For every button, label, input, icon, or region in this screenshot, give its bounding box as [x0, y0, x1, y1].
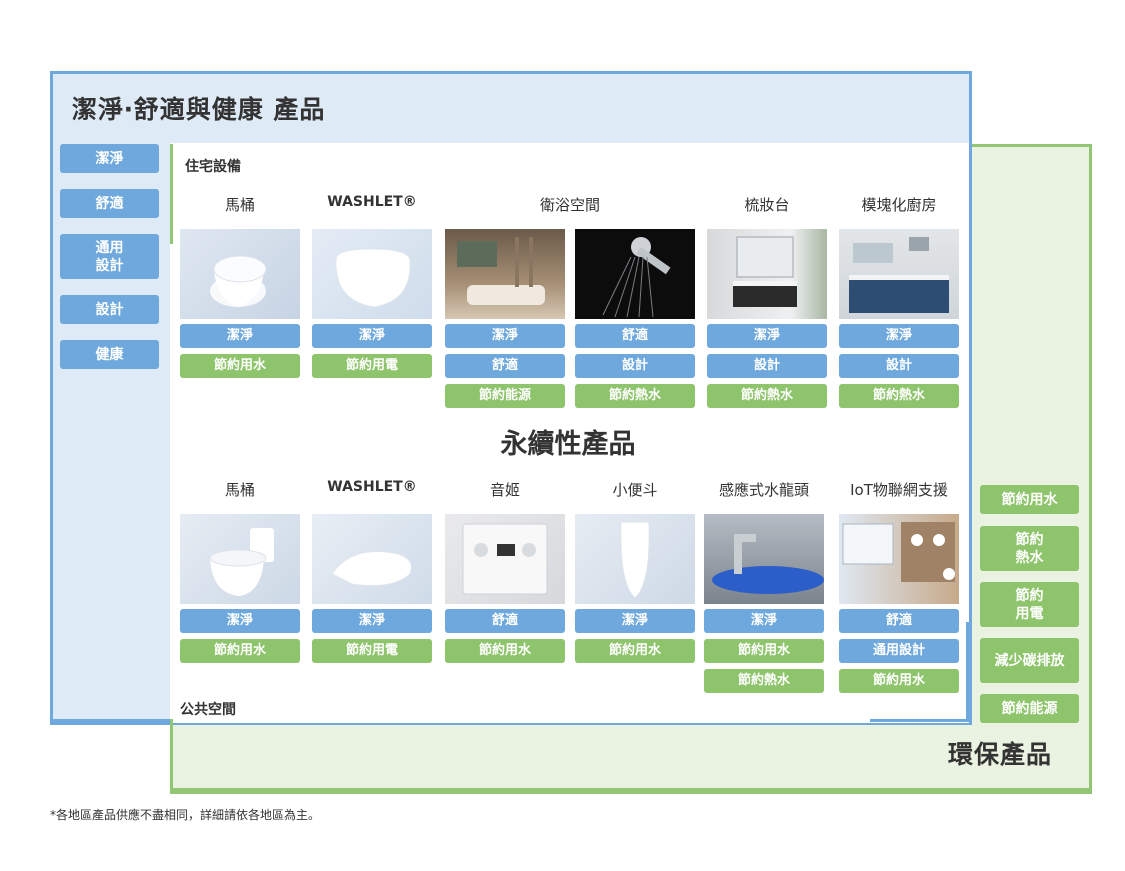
home-kitchen-image	[839, 229, 959, 319]
public-sensor-faucet-image	[704, 514, 824, 604]
public-washlet-image	[312, 514, 432, 604]
home-washlet-tag-2[interactable]: 節約用電	[312, 354, 432, 378]
home-washlet-tag-1[interactable]: 潔淨	[312, 324, 432, 348]
public-faucet-tag-3[interactable]: 節約熱水	[704, 669, 824, 693]
public-header-sensor-faucet: 感應式水龍頭	[718, 481, 809, 499]
sustainable-products-title: 永續性產品	[500, 429, 636, 460]
home-shower-tag-3[interactable]: 節約熱水	[575, 384, 695, 408]
public-iot-tag-2[interactable]: 通用設計	[839, 639, 959, 663]
blue-frame-bottom-edge	[50, 719, 170, 722]
right-tag-reduce-carbon[interactable]: 減少碳排放	[980, 638, 1079, 683]
public-washlet-tag-1[interactable]: 潔淨	[312, 609, 432, 633]
public-otohime-tag-2[interactable]: 節約用水	[445, 639, 565, 663]
home-header-kitchen: 模塊化廚房	[861, 196, 937, 214]
home-toilet-tag-1[interactable]: 潔淨	[180, 324, 300, 348]
left-tag-design[interactable]: 設計	[60, 295, 159, 324]
clean-comfort-title: 潔淨‧舒適與健康 產品	[72, 95, 326, 124]
home-header-washlet: WASHLET®	[327, 194, 417, 210]
public-faucet-tag-1[interactable]: 潔淨	[704, 609, 824, 633]
public-otohime-image	[445, 514, 565, 604]
home-bath-tag-3[interactable]: 節約能源	[445, 384, 565, 408]
home-bathroom-image	[445, 229, 565, 319]
home-bath-tag-2[interactable]: 舒適	[445, 354, 565, 378]
left-tag-comfort[interactable]: 舒適	[60, 189, 159, 218]
public-toilet-image	[180, 514, 300, 604]
home-shower-tag-1[interactable]: 舒適	[575, 324, 695, 348]
home-kitchen-tag-1[interactable]: 潔淨	[839, 324, 959, 348]
home-kitchen-tag-2[interactable]: 設計	[839, 354, 959, 378]
home-header-toilet: 馬桶	[224, 196, 255, 214]
home-kitchen-tag-3[interactable]: 節約熱水	[839, 384, 959, 408]
home-equipment-label: 住宅設備	[185, 159, 241, 175]
home-toilet-image	[180, 229, 300, 319]
right-tag-save-water[interactable]: 節約用水	[980, 485, 1079, 514]
home-shower-image	[575, 229, 695, 319]
public-toilet-tag-2[interactable]: 節約用水	[180, 639, 300, 663]
public-header-urinal: 小便斗	[612, 481, 658, 499]
public-urinal-image	[575, 514, 695, 604]
public-urinal-tag-1[interactable]: 潔淨	[575, 609, 695, 633]
home-washlet-image	[312, 229, 432, 319]
blue-frame-bottom-right-edge	[870, 719, 969, 722]
home-header-bathroom: 衛浴空間	[539, 196, 600, 214]
left-tag-health[interactable]: 健康	[60, 340, 159, 369]
right-tag-save-electricity[interactable]: 節約 用電	[980, 582, 1079, 627]
public-header-washlet: WASHLET®	[327, 479, 417, 495]
public-otohime-tag-1[interactable]: 舒適	[445, 609, 565, 633]
public-iot-tag-3[interactable]: 節約用水	[839, 669, 959, 693]
public-urinal-tag-2[interactable]: 節約用水	[575, 639, 695, 663]
green-frame-left-edge	[170, 719, 173, 791]
left-tag-clean[interactable]: 潔淨	[60, 144, 159, 173]
public-faucet-tag-2[interactable]: 節約用水	[704, 639, 824, 663]
home-header-vanity: 梳妝台	[744, 196, 790, 214]
home-vanity-tag-2[interactable]: 設計	[707, 354, 827, 378]
green-frame-top-left-edge	[170, 144, 173, 244]
public-header-toilet: 馬桶	[224, 481, 255, 499]
right-tag-save-hot-water[interactable]: 節約 熱水	[980, 526, 1079, 571]
public-header-iot: IoT物聯網支援	[850, 481, 948, 499]
right-tag-save-energy[interactable]: 節約能源	[980, 694, 1079, 723]
public-space-label: 公共空間	[180, 702, 236, 718]
home-shower-tag-2[interactable]: 設計	[575, 354, 695, 378]
home-bath-tag-1[interactable]: 潔淨	[445, 324, 565, 348]
home-toilet-tag-2[interactable]: 節約用水	[180, 354, 300, 378]
green-products-title: 環保產品	[948, 740, 1053, 769]
public-toilet-tag-1[interactable]: 潔淨	[180, 609, 300, 633]
public-header-otohime: 音姬	[489, 481, 520, 499]
home-vanity-tag-3[interactable]: 節約熱水	[707, 384, 827, 408]
public-iot-image	[839, 514, 959, 604]
left-tag-universal-design[interactable]: 通用 設計	[60, 234, 159, 279]
green-frame-bottom-edge	[170, 788, 1089, 791]
footnote: *各地區產品供應不盡相同，詳細請依各地區為主。	[50, 808, 321, 822]
blue-frame-right-edge	[966, 622, 969, 722]
home-vanity-tag-1[interactable]: 潔淨	[707, 324, 827, 348]
public-iot-tag-1[interactable]: 舒適	[839, 609, 959, 633]
public-washlet-tag-2[interactable]: 節約用電	[312, 639, 432, 663]
home-vanity-image	[707, 229, 827, 319]
